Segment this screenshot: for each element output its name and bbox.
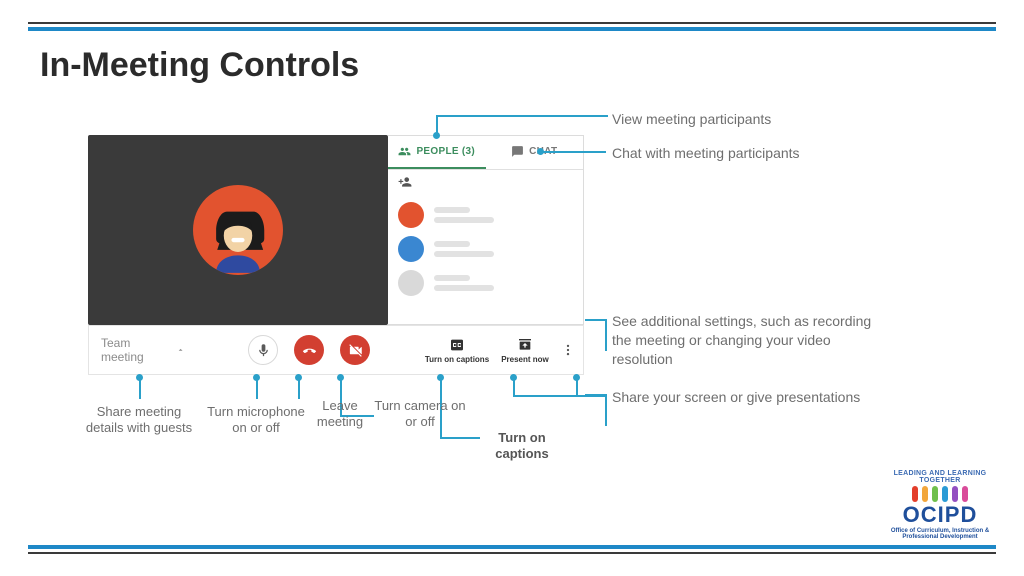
more-options-button[interactable]	[559, 343, 577, 357]
leader	[605, 394, 607, 426]
avatar	[398, 236, 424, 262]
mic-button[interactable]	[248, 335, 278, 365]
leader	[436, 115, 608, 117]
leader-dot	[510, 374, 517, 381]
top-rule	[28, 22, 996, 31]
leader-dot	[136, 374, 143, 381]
meeting-ui: PEOPLE (3) CHAT	[88, 135, 584, 375]
list-item[interactable]	[398, 232, 573, 266]
leader	[513, 395, 605, 397]
leader-dot	[437, 374, 444, 381]
ocipd-logo: LEADING AND LEARNING TOGETHER OCIPD Offi…	[880, 470, 1000, 540]
leader-dot	[573, 374, 580, 381]
participant-list	[388, 194, 583, 300]
callout-leave: Leave meeting	[310, 398, 370, 431]
captions-button[interactable]: Turn on captions	[423, 337, 491, 364]
page-title: In-Meeting Controls	[40, 46, 359, 85]
leader-dot	[337, 374, 344, 381]
tab-people-label: PEOPLE (3)	[416, 146, 475, 157]
logo-arc-text: LEADING AND LEARNING TOGETHER	[880, 470, 1000, 484]
callout-more-settings: See additional settings, such as recordi…	[612, 312, 892, 369]
bottom-rule	[28, 545, 996, 554]
logo-name: OCIPD	[880, 502, 1000, 528]
list-item[interactable]	[398, 198, 573, 232]
callout-share-details: Share meeting details with guests	[78, 404, 200, 437]
avatar	[398, 202, 424, 228]
logo-subtitle: Office of Curriculum, Instruction & Prof…	[880, 528, 1000, 540]
camera-button[interactable]	[340, 335, 370, 365]
leader	[440, 437, 480, 439]
side-panel: PEOPLE (3) CHAT	[388, 135, 584, 325]
leader	[540, 151, 606, 153]
leader-dot	[537, 148, 544, 155]
more-vert-icon	[561, 343, 575, 357]
camera-off-icon	[348, 343, 363, 358]
leader-dot	[295, 374, 302, 381]
add-person-button[interactable]	[388, 170, 583, 194]
leader	[605, 319, 607, 351]
tabs: PEOPLE (3) CHAT	[388, 136, 583, 170]
chat-icon	[511, 145, 524, 158]
callout-share-screen: Share your screen or give presentations	[612, 388, 892, 407]
bottom-bar: Team meeting Turn on captions	[88, 325, 584, 375]
participant-avatar-large	[193, 185, 283, 275]
mic-icon	[256, 343, 271, 358]
present-icon	[517, 337, 533, 353]
present-label: Present now	[501, 355, 549, 364]
list-item[interactable]	[398, 266, 573, 300]
captions-label: Turn on captions	[425, 355, 489, 364]
present-button[interactable]: Present now	[491, 337, 559, 364]
leader-dot	[253, 374, 260, 381]
cc-icon	[449, 337, 465, 353]
callout-view-participants: View meeting participants	[612, 110, 892, 129]
avatar	[398, 270, 424, 296]
leader-dot	[433, 132, 440, 139]
leave-button[interactable]	[294, 335, 324, 365]
leader	[585, 319, 607, 321]
hangup-icon	[302, 343, 317, 358]
callout-captions: Turn on captions	[482, 430, 562, 463]
callout-camera: Turn camera on or off	[374, 398, 466, 431]
logo-pins	[880, 486, 1000, 502]
meeting-name-button[interactable]: Team meeting	[89, 336, 195, 364]
tab-people[interactable]: PEOPLE (3)	[388, 136, 486, 169]
people-icon	[398, 145, 411, 158]
callout-chat-participants: Chat with meeting participants	[612, 144, 892, 163]
meeting-name-label: Team meeting	[101, 336, 171, 364]
callout-mic: Turn microphone on or off	[202, 404, 310, 437]
chevron-up-icon	[176, 345, 185, 355]
video-pane	[88, 135, 388, 325]
add-person-icon	[398, 175, 412, 189]
